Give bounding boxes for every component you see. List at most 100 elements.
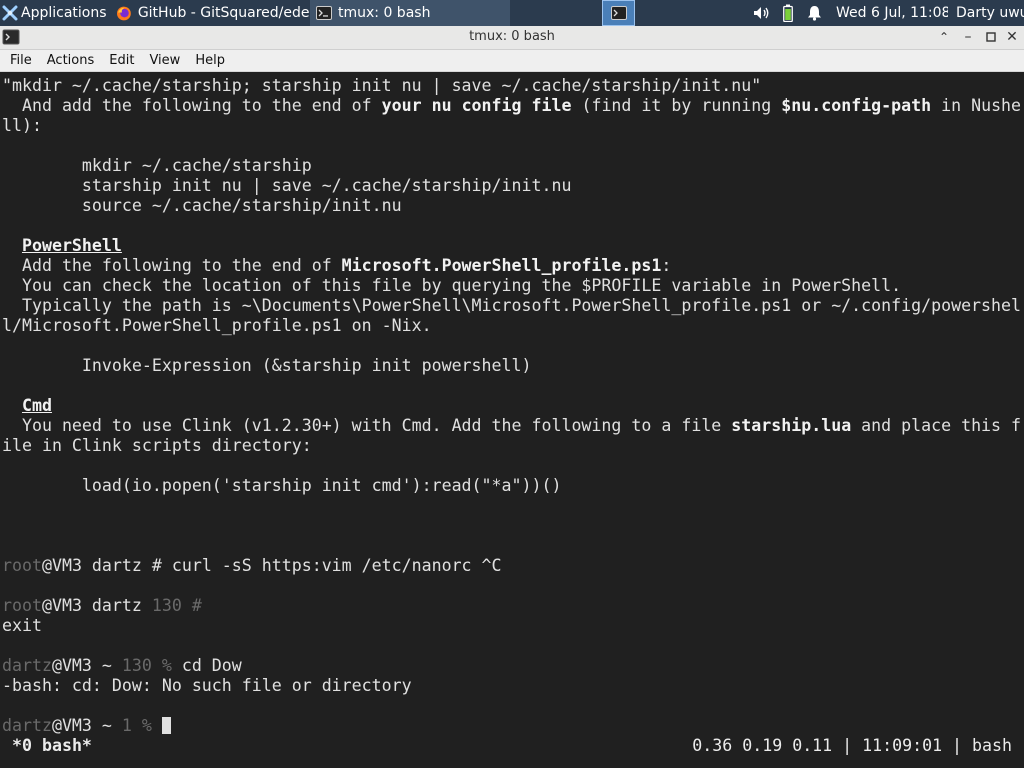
volume-icon-glyph xyxy=(754,7,769,19)
terminal-text: Add the following to the end of xyxy=(2,256,342,275)
terminal-text: load(io.popen('starship init cmd'):read(… xyxy=(2,476,562,495)
restore-icon xyxy=(986,32,996,42)
workspace-switcher[interactable] xyxy=(602,0,635,26)
terminal-text: starship.lua xyxy=(731,416,852,435)
terminal-line: "mkdir ~/.cache/starship; starship init … xyxy=(2,76,1024,96)
firefox-icon xyxy=(116,6,131,20)
terminal-line: ile in Clink scripts directory: xyxy=(2,436,1024,456)
terminal-cursor xyxy=(161,717,171,734)
taskbar-item-tmux[interactable]: tmux: 0 bash xyxy=(310,0,510,26)
terminal-text: ll): xyxy=(2,116,42,135)
terminal-text: And add the following to the end of xyxy=(2,96,382,115)
applications-label: Applications xyxy=(21,5,107,21)
terminal-line: And add the following to the end of your… xyxy=(2,96,1024,116)
terminal-line: ll): xyxy=(2,116,1024,136)
terminal-text: 130 % xyxy=(121,656,172,675)
terminal-text: : xyxy=(661,256,672,275)
terminal-line: Typically the path is ~\Documents\PowerS… xyxy=(2,296,1024,316)
terminal-text: source ~/.cache/starship/init.nu xyxy=(2,196,402,215)
tmux-status-right: 0.36 0.19 0.11 | 11:09:01 | bash xyxy=(692,736,1012,755)
terminal-line: starship init nu | save ~/.cache/starshi… xyxy=(2,176,1024,196)
tmux-status-bar: *0 bash* 0.36 0.19 0.11 | 11:09:01 | bas… xyxy=(0,733,1024,758)
taskbar-item-tmux-label: tmux: 0 bash xyxy=(338,5,431,21)
terminal-line: dartz@VM3 ~ 130 % cd Dow xyxy=(2,656,1024,676)
terminal-text: You can check the location of this file … xyxy=(2,276,902,295)
terminal-text: root xyxy=(2,556,42,575)
terminal-text: cd Dow xyxy=(171,656,242,675)
menu-view[interactable]: View xyxy=(141,53,187,68)
terminal-text: PowerShell xyxy=(21,236,122,255)
terminal-line: -bash: cd: Dow: No such file or director… xyxy=(2,676,1024,696)
menu-edit[interactable]: Edit xyxy=(101,53,141,68)
terminal-text: and place this f xyxy=(851,416,1022,435)
volume-icon[interactable] xyxy=(752,0,772,26)
terminal-output: "mkdir ~/.cache/starship; starship init … xyxy=(2,76,1024,736)
clock[interactable]: Wed 6 Jul, 11:08 xyxy=(836,0,948,26)
minimize-button[interactable]: – xyxy=(959,28,977,46)
terminal-text: in Nushe xyxy=(931,96,1022,115)
terminal-text: your nu config file xyxy=(381,96,572,115)
terminal-text: (find it by running xyxy=(571,96,782,115)
taskbar-item-firefox[interactable]: GitHub - GitSquared/ede... xyxy=(110,0,310,26)
xfce-mouse-icon xyxy=(2,5,18,21)
battery-icon[interactable] xyxy=(780,0,796,26)
menu-actions[interactable]: Actions xyxy=(39,53,102,68)
terminal-line: root@VM3 dartz 130 # xyxy=(2,596,1024,616)
taskbar-item-firefox-label: GitHub - GitSquared/ede... xyxy=(137,5,310,21)
terminal-text: @VM3 dartz # curl -sS https:vim /etc/nan… xyxy=(41,556,502,575)
terminal-text: -bash: cd: Dow: No such file or director… xyxy=(2,676,412,695)
terminal-line: load(io.popen('starship init cmd'):read(… xyxy=(2,476,1024,496)
terminal-text: @VM3 ~ xyxy=(51,656,122,675)
terminal-line: Invoke-Expression (&starship init powers… xyxy=(2,356,1024,376)
window-titlebar[interactable]: tmux: 0 bash ⌃ – ✕ xyxy=(0,26,1024,50)
maximize-button[interactable] xyxy=(982,28,1000,46)
terminal-text: dartz xyxy=(2,656,52,675)
terminal-text: starship init nu | save ~/.cache/starshi… xyxy=(2,176,572,195)
terminal-text: 130 # xyxy=(151,596,202,615)
menu-file[interactable]: File xyxy=(0,53,39,68)
terminal-text: exit xyxy=(2,616,42,635)
battery-icon-glyph xyxy=(783,4,793,22)
terminal-text: You need to use Clink (v1.2.30+) with Cm… xyxy=(2,416,732,435)
tmux-window-tab[interactable]: *0 bash* xyxy=(12,733,92,758)
terminal-icon xyxy=(316,6,332,20)
terminal-text: Typically the path is ~\Documents\PowerS… xyxy=(2,296,1022,315)
terminal-line: exit xyxy=(2,616,1024,636)
menu-bar: File Actions Edit View Help xyxy=(0,50,1024,72)
terminal-line: Add the following to the end of Microsof… xyxy=(2,256,1024,276)
terminal-line: PowerShell xyxy=(2,236,1024,256)
terminal-text: $nu.config-path xyxy=(781,96,932,115)
terminal-text: root xyxy=(2,596,42,615)
terminal-text: "mkdir ~/.cache/starship; starship init … xyxy=(2,76,762,95)
terminal-line: l/Microsoft.PowerShell_profile.ps1 on -N… xyxy=(2,316,1024,336)
terminal-text: Invoke-Expression (&starship init powers… xyxy=(2,356,532,375)
chevron-up-icon: ⌃ xyxy=(938,30,950,44)
terminal-line: You can check the location of this file … xyxy=(2,276,1024,296)
terminal-text: Microsoft.PowerShell_profile.ps1 xyxy=(341,256,662,275)
user-menu[interactable]: Darty uwu xyxy=(956,0,1024,26)
close-button[interactable]: ✕ xyxy=(1003,28,1021,46)
maximize-up-button[interactable]: ⌃ xyxy=(935,28,953,46)
applications-menu-button[interactable]: Applications xyxy=(0,0,108,26)
terminal-line: source ~/.cache/starship/init.nu xyxy=(2,196,1024,216)
terminal-area[interactable]: "mkdir ~/.cache/starship; starship init … xyxy=(0,73,1024,768)
notification-bell-icon[interactable] xyxy=(806,0,822,26)
menu-help[interactable]: Help xyxy=(187,53,232,68)
terminal-text: mkdir ~/.cache/starship xyxy=(2,156,312,175)
terminal-text: Cmd xyxy=(21,396,52,415)
minimize-icon: – xyxy=(964,29,972,45)
terminal-text: l/Microsoft.PowerShell_profile.ps1 on -N… xyxy=(2,316,432,335)
terminal-line: Cmd xyxy=(2,396,1024,416)
terminal-line: You need to use Clink (v1.2.30+) with Cm… xyxy=(2,416,1024,436)
terminal-text: @VM3 dartz xyxy=(41,596,152,615)
